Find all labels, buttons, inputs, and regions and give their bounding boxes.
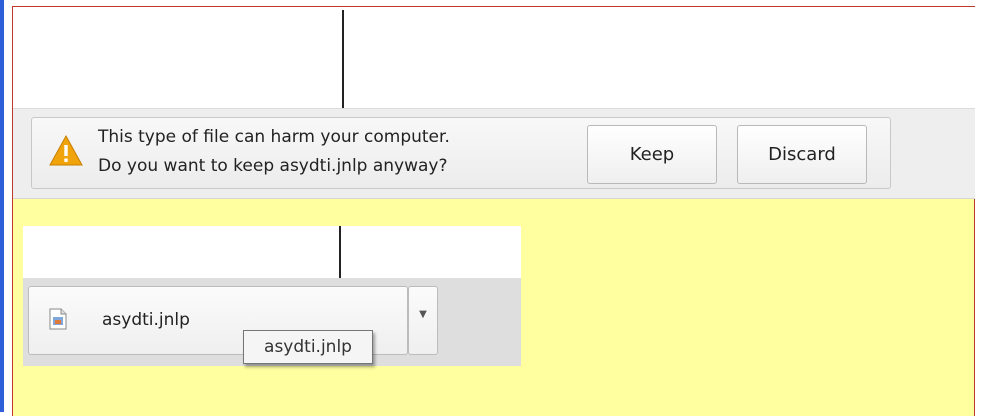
warning-line-1: This type of file can harm your computer… <box>98 127 450 147</box>
download-menu-button[interactable]: ▼ <box>408 286 438 355</box>
left-edge-bar <box>0 0 4 412</box>
divider-line-top <box>342 10 344 110</box>
content-area-top <box>13 7 975 109</box>
discard-button[interactable]: Discard <box>737 125 867 184</box>
keep-button[interactable]: Keep <box>587 125 717 184</box>
download-file-name: asydti.jnlp <box>102 310 190 330</box>
file-name-tooltip: asydti.jnlp <box>243 330 373 364</box>
divider-line-bottom <box>339 226 341 278</box>
jnlp-file-icon <box>49 308 67 330</box>
warning-message: This type of file can harm your computer… <box>98 123 450 181</box>
warning-triangle-icon <box>49 134 83 166</box>
chevron-down-icon: ▼ <box>419 309 427 320</box>
warning-line-2: Do you want to keep asydti.jnlp anyway? <box>98 156 448 176</box>
content-area-bottom <box>23 226 521 279</box>
